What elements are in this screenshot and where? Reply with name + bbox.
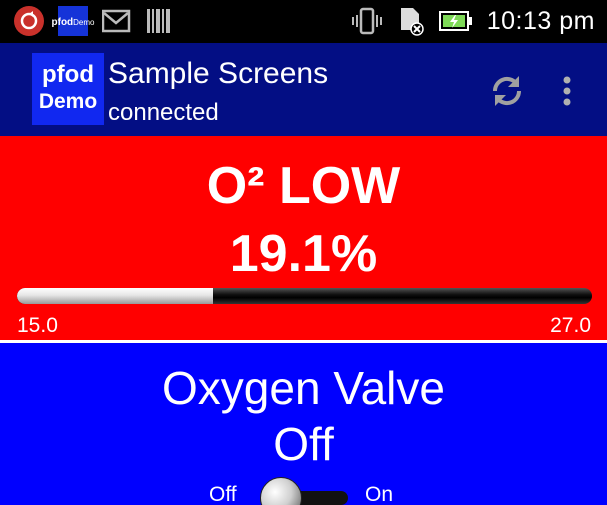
more-vertical-icon — [563, 76, 571, 106]
refresh-icon — [492, 76, 522, 106]
sdcard-icon — [397, 6, 425, 36]
oxygen-alert-title: O² LOW — [206, 157, 401, 215]
battery-charging-icon — [438, 10, 473, 32]
action-bar: pfod Demo Sample Screens connected — [0, 43, 607, 136]
notification-icons: pfod Demo — [14, 6, 172, 36]
gmail-icon — [102, 8, 132, 34]
bar-min-label: 15.0 — [17, 314, 58, 337]
screen-title: Sample Screens — [108, 57, 329, 90]
clock: 10:13 pm — [486, 6, 595, 35]
oxygen-level-bar — [17, 288, 592, 304]
app-logo-line1: pfod — [42, 61, 94, 88]
oxygen-value: 19.1% — [229, 225, 378, 283]
bar-max-label: 27.0 — [550, 314, 591, 337]
oxygen-valve-panel: Oxygen Valve Off Off On — [0, 343, 607, 505]
app-logo-line2: Demo — [38, 90, 98, 113]
app-logo: pfod Demo — [32, 53, 104, 125]
vibrate-icon — [351, 7, 383, 35]
oxygen-level-panel: O² LOW 19.1% 15.0 27.0 — [0, 136, 607, 340]
system-icons: 10:13 pm — [351, 6, 595, 36]
toggle-off-label: Off — [209, 483, 237, 505]
oxygen-level-fill — [17, 288, 214, 304]
valve-title: Oxygen Valve — [162, 362, 445, 414]
overflow-menu-button[interactable] — [556, 71, 578, 111]
connection-status: connected — [108, 99, 219, 126]
valve-state: Off — [273, 418, 334, 470]
barcode-icon — [146, 7, 172, 35]
toggle-on-label: On — [365, 483, 394, 505]
sync-icon — [14, 6, 44, 36]
pfod-app-icon: pfod Demo — [52, 6, 95, 36]
valve-toggle-knob[interactable] — [260, 477, 302, 505]
status-bar: pfod Demo 10:13 pm — [0, 0, 607, 43]
refresh-button[interactable] — [487, 71, 527, 111]
